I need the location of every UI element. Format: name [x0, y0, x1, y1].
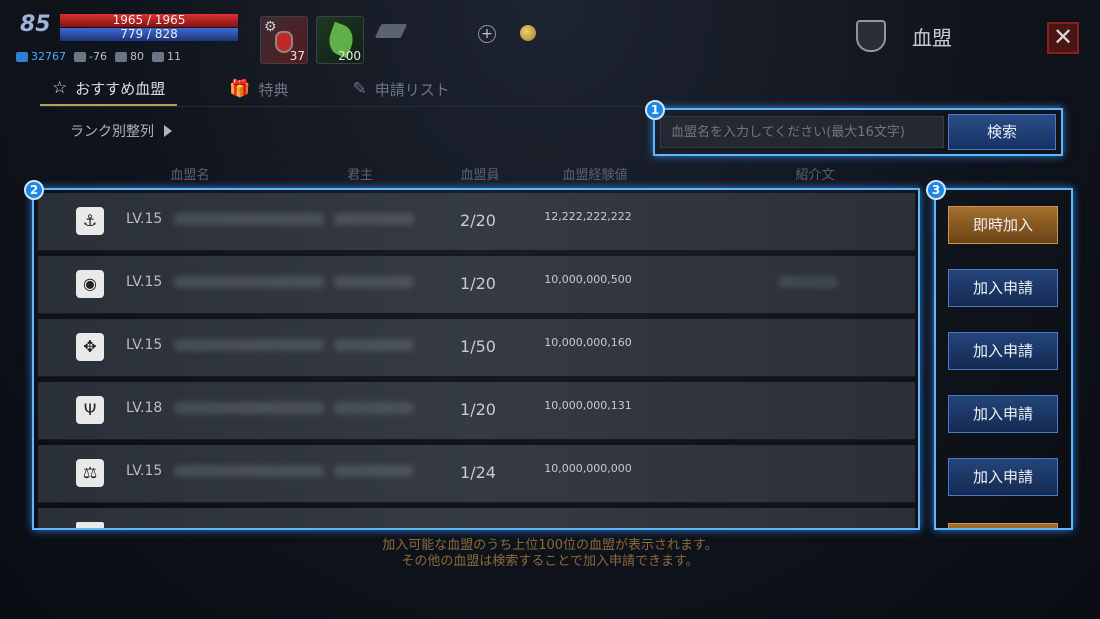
clan-exp: 10,000,000,500 [544, 273, 632, 286]
footer-line-2: その他の血盟は検索することで加入申請できます。 [401, 554, 699, 569]
add-currency-button[interactable]: + [478, 25, 496, 43]
col-header-name: 血盟名 [170, 168, 210, 183]
weight-icon [151, 51, 164, 62]
member-count: 2/20 [460, 211, 496, 230]
table-row[interactable]: Ψ LV.18 1/20 10,000,000,131 [38, 382, 915, 440]
member-count: 1/50 [460, 337, 496, 356]
instant-join-button[interactable]: 即時加入 [948, 206, 1058, 244]
col-header-lord: 君主 [346, 168, 373, 183]
badge-2: 2 [24, 180, 44, 200]
trident-emblem-icon: Ψ [76, 396, 104, 424]
potion-count: 37 [289, 49, 305, 63]
flag-emblem-icon: ◉ [76, 270, 104, 298]
clan-level: LV.15 [126, 211, 163, 227]
power-stat: 32767 [16, 50, 66, 63]
tab-benefits[interactable]: 🎁 特典 [217, 72, 300, 106]
gift-icon: 🎁 [229, 79, 251, 99]
lord-name-blurred [334, 276, 414, 288]
lord-name-blurred [334, 213, 414, 225]
apply-button[interactable]: 加入申請 [948, 458, 1058, 496]
scales-emblem-icon: ⚖ [76, 459, 104, 487]
table-row-partial[interactable] [38, 508, 915, 528]
weight-stat: 11 [151, 50, 181, 63]
clan-name-blurred [174, 339, 324, 351]
clan-name-blurred [174, 276, 324, 288]
search-button[interactable]: 検索 [948, 114, 1056, 150]
badge-1: 1 [645, 100, 665, 120]
lord-name-blurred [334, 402, 414, 414]
player-level: 85 [20, 12, 51, 37]
leaf-slot[interactable]: 200 [316, 16, 364, 64]
hp-bar: 1965 / 1965 [60, 14, 238, 27]
defense-stat: -76 [74, 50, 107, 63]
instant-join-button-partial[interactable] [948, 523, 1058, 528]
col-header-exp: 血盟経験値 [562, 168, 628, 183]
col-header-intro: 紹介文 [795, 168, 835, 183]
table-row[interactable]: ⚓ LV.15 2/20 12,222,222,222 [38, 193, 915, 251]
clan-exp: 10,000,000,000 [544, 462, 632, 475]
apply-button[interactable]: 加入申請 [948, 395, 1058, 433]
sort-button[interactable]: ランク別整列 [70, 121, 172, 141]
turtle-emblem-icon: ✥ [76, 333, 104, 361]
emblem-icon [76, 522, 104, 528]
scroll-icon[interactable] [374, 24, 408, 38]
leaf-count: 200 [338, 49, 361, 63]
search-input[interactable] [660, 116, 944, 148]
helmet-icon [74, 51, 86, 62]
speed-stat: 80 [114, 50, 144, 63]
table-row[interactable]: ✥ LV.15 1/50 10,000,000,160 [38, 319, 915, 377]
clan-emblem-icon [856, 20, 886, 52]
intro-blurred [778, 276, 838, 288]
player-stats: 32767 -76 80 11 [16, 50, 181, 63]
gear-icon: ⚙ [264, 19, 277, 35]
search-panel: 検索 [653, 108, 1063, 156]
footer-line-1: 加入可能な血盟のうち上位100位の血盟が表示されます。 [382, 538, 718, 553]
anchor-emblem-icon: ⚓ [76, 207, 104, 235]
clan-name-blurred [174, 465, 324, 477]
clan-exp: 12,222,222,222 [544, 210, 632, 223]
boot-icon [114, 51, 127, 62]
table-row[interactable]: ⚖ LV.15 1/24 10,000,000,000 [38, 445, 915, 503]
lord-name-blurred [334, 465, 414, 477]
coin-icon [520, 25, 536, 41]
member-count: 1/24 [460, 463, 496, 482]
clan-exp: 10,000,000,160 [544, 336, 632, 349]
tab-recommended[interactable]: ☆ おすすめ血盟 [40, 72, 178, 106]
close-button[interactable]: ✕ [1047, 22, 1079, 54]
badge-3: 3 [926, 180, 946, 200]
lord-name-blurred [334, 339, 414, 351]
star-icon: ☆ [52, 78, 68, 98]
apply-button[interactable]: 加入申請 [948, 269, 1058, 307]
member-count: 1/20 [460, 274, 496, 293]
power-icon [16, 51, 28, 62]
tab-application-list[interactable]: ✎ 申請リスト [340, 72, 461, 106]
footer-note: 加入可能な血盟のうち上位100位の血盟が表示されます。 その他の血盟は検索するこ… [0, 538, 1100, 570]
mp-bar: 779 / 828 [60, 28, 238, 41]
action-column: 即時加入 加入申請 加入申請 加入申請 加入申請 [934, 188, 1073, 530]
potion-slot[interactable]: ⚙ 37 [260, 16, 308, 64]
tab-bar: ☆ おすすめ血盟 🎁 特典 ✎ 申請リスト [40, 72, 502, 106]
clan-level: LV.15 [126, 463, 163, 479]
clan-name-blurred [174, 213, 324, 225]
page-title: 血盟 [912, 26, 952, 50]
clan-list: ⚓ LV.15 2/20 12,222,222,222 ◉ LV.15 1/20… [32, 188, 920, 530]
tab-divider [40, 106, 1060, 107]
clan-level: LV.15 [126, 337, 163, 353]
table-row[interactable]: ◉ LV.15 1/20 10,000,000,500 [38, 256, 915, 314]
clan-exp: 10,000,000,131 [544, 399, 632, 412]
play-arrow-icon [164, 125, 172, 137]
clan-level: LV.15 [126, 274, 163, 290]
apply-button[interactable]: 加入申請 [948, 332, 1058, 370]
list-icon: ✎ [352, 79, 367, 99]
member-count: 1/20 [460, 400, 496, 419]
col-header-members: 血盟員 [460, 168, 500, 183]
clan-level: LV.18 [126, 400, 163, 416]
clan-name-blurred [174, 402, 324, 414]
